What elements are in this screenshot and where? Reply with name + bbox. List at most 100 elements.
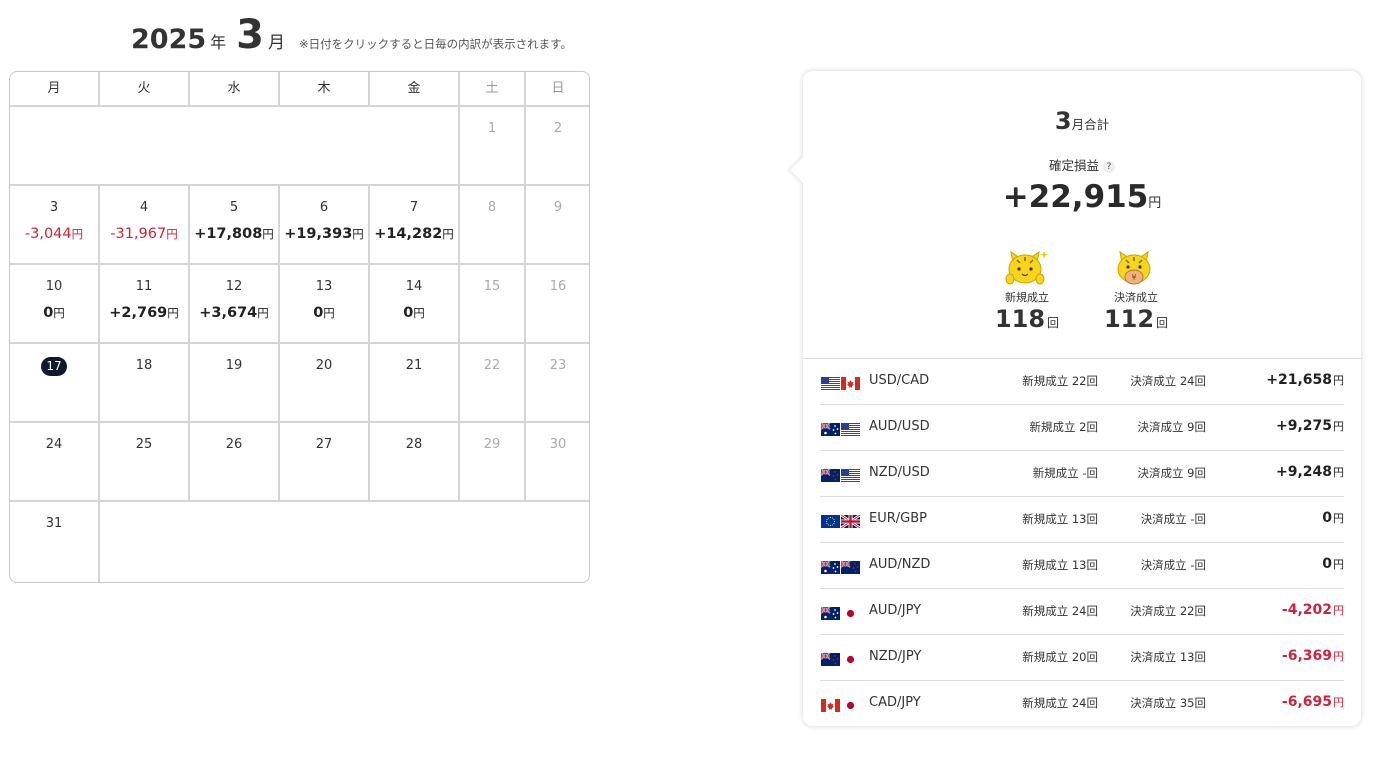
currency-pair-row[interactable]: USD/CAD 新規成立 22回 決済成立 24回 +21,658円	[820, 359, 1344, 405]
pair-name: AUD/NZD	[869, 557, 931, 572]
day-pl: -31,967円	[110, 226, 178, 242]
day-pl: 0円	[403, 305, 425, 321]
calendar-day-2[interactable]: 2	[526, 107, 589, 186]
calendar-day-19[interactable]: 19	[190, 344, 280, 423]
day-pl: -3,044円	[24, 226, 84, 242]
weekday-header-tue: 火	[100, 72, 190, 107]
settled-orders-counter: ¥ 決済成立 112 回	[1091, 249, 1181, 333]
calendar-day-29[interactable]: 29	[460, 423, 526, 502]
calendar-day-23[interactable]: 23	[526, 344, 589, 423]
calendar-day-1[interactable]: 1	[460, 107, 526, 186]
svg-text:¥: ¥	[1131, 273, 1136, 282]
currency-pair-row[interactable]: AUD/JPY 新規成立 24回 決済成立 22回 -4,202円	[820, 589, 1344, 635]
pair-pl: 0円	[1322, 556, 1344, 572]
pair-name: NZD/USD	[869, 465, 930, 480]
calendar-empty-cell	[100, 502, 589, 582]
calendar-day-14[interactable]: 14 0円	[370, 265, 460, 344]
weekday-header-wed: 水	[190, 72, 280, 107]
calendar-day-3[interactable]: 3 -3,044円	[10, 186, 100, 265]
calendar-day-21[interactable]: 21	[370, 344, 460, 423]
weekday-header-sat: 土	[460, 72, 526, 107]
weekday-header-fri: 金	[370, 72, 460, 107]
pair-settle-count: 決済成立 22回	[1130, 604, 1206, 618]
au-flag-icon	[820, 421, 840, 436]
calendar: 月 火 水 木 金 土 日 1 2 3 -3,044円 4 -31,967円 5…	[9, 71, 590, 583]
new-orders-count: 118 回	[994, 305, 1060, 333]
calendar-day-17[interactable]: 17	[10, 344, 100, 423]
calendar-header: 2025 年 3 月 ※日付をクリックすると日毎の内訳が表示されます。	[131, 12, 572, 62]
pair-pl: -6,369円	[1281, 648, 1344, 664]
calendar-day-9[interactable]: 9	[526, 186, 589, 265]
jp-flag-icon	[841, 605, 860, 620]
eu-flag-icon	[821, 513, 840, 528]
au-flag-icon	[820, 559, 840, 574]
pair-settle-count: 決済成立 35回	[1130, 696, 1206, 710]
pair-pl: +9,275円	[1275, 418, 1344, 434]
summary-title: 3月合計	[1054, 107, 1110, 135]
weekday-header-sun: 日	[526, 72, 589, 107]
pair-settle-count: 決済成立 9回	[1137, 466, 1206, 480]
calendar-day-5[interactable]: 5 +17,808円	[190, 186, 280, 265]
help-icon[interactable]: ?	[1103, 161, 1115, 173]
pair-settle-count: 決済成立 9回	[1137, 420, 1206, 434]
calendar-year: 2025	[131, 24, 207, 55]
pair-settle-count: 決済成立 -回	[1140, 558, 1206, 572]
calendar-day-30[interactable]: 30	[526, 423, 589, 502]
calendar-day-27[interactable]: 27	[280, 423, 370, 502]
currency-pair-row[interactable]: CAD/JPY 新規成立 24回 決済成立 35回 -6,695円	[820, 681, 1344, 727]
new-orders-counter: 新規成立 118 回	[982, 249, 1072, 333]
pair-name: AUD/JPY	[869, 603, 922, 618]
pair-settle-count: 決済成立 24回	[1130, 374, 1206, 388]
currency-flags	[820, 605, 861, 620]
nz-flag-icon	[840, 559, 860, 574]
calendar-day-11[interactable]: 11 +2,769円	[100, 265, 190, 344]
calendar-month: 3	[236, 12, 265, 58]
au-flag-icon	[820, 605, 840, 620]
realized-pl-label: 確定損益?	[803, 155, 1361, 174]
currency-pair-row[interactable]: AUD/USD 新規成立 2回 決済成立 9回 +9,275円	[820, 405, 1344, 451]
calendar-month-unit: 月	[268, 33, 286, 53]
calendar-day-16[interactable]: 16	[526, 265, 589, 344]
new-orders-label: 新規成立	[1005, 291, 1049, 304]
calendar-day-24[interactable]: 24	[10, 423, 100, 502]
day-pl: 0円	[313, 305, 335, 321]
currency-pair-list: USD/CAD 新規成立 22回 決済成立 24回 +21,658円 AUD/U…	[820, 359, 1344, 727]
pair-pl: -4,202円	[1281, 602, 1344, 618]
calendar-day-13[interactable]: 13 0円	[280, 265, 370, 344]
pair-pl: -6,695円	[1281, 694, 1344, 710]
calendar-day-7[interactable]: 7 +14,282円	[370, 186, 460, 265]
calendar-day-8[interactable]: 8	[460, 186, 526, 265]
calendar-day-31[interactable]: 31	[10, 502, 100, 582]
calendar-day-4[interactable]: 4 -31,967円	[100, 186, 190, 265]
currency-flags	[820, 559, 861, 574]
day-pl: +19,393円	[284, 226, 364, 242]
calendar-day-25[interactable]: 25	[100, 423, 190, 502]
currency-pair-row[interactable]: EUR/GBP 新規成立 13回 決済成立 -回 0円	[820, 497, 1344, 543]
calendar-day-20[interactable]: 20	[280, 344, 370, 423]
currency-pair-row[interactable]: NZD/JPY 新規成立 20回 決済成立 13回 -6,369円	[820, 635, 1344, 681]
pair-name: NZD/JPY	[869, 649, 922, 664]
tiger-mascot-coin-icon: ¥	[1113, 249, 1159, 287]
calendar-day-6[interactable]: 6 +19,393円	[280, 186, 370, 265]
calendar-day-12[interactable]: 12 +3,674円	[190, 265, 280, 344]
currency-pair-row[interactable]: NZD/USD 新規成立 -回 決済成立 9回 +9,248円	[820, 451, 1344, 497]
calendar-day-18[interactable]: 18	[100, 344, 190, 423]
calendar-day-10[interactable]: 10 0円	[10, 265, 100, 344]
calendar-day-28[interactable]: 28	[370, 423, 460, 502]
currency-pair-row[interactable]: AUD/NZD 新規成立 13回 決済成立 -回 0円	[820, 543, 1344, 589]
day-pl: +3,674円	[199, 305, 269, 321]
currency-flags	[821, 513, 861, 530]
pair-name: AUD/USD	[869, 419, 930, 434]
calendar-day-15[interactable]: 15	[460, 265, 526, 344]
jp-flag-icon	[841, 651, 860, 666]
calendar-day-22[interactable]: 22	[460, 344, 526, 423]
ca-flag-icon	[821, 697, 840, 712]
nz-flag-icon	[820, 651, 840, 666]
pair-name: USD/CAD	[869, 373, 930, 388]
pair-settle-count: 決済成立 13回	[1130, 650, 1206, 664]
calendar-day-26[interactable]: 26	[190, 423, 280, 502]
day-pl: +14,282円	[374, 226, 454, 242]
today-marker: 17	[41, 357, 67, 376]
day-pl: 0円	[43, 305, 65, 321]
monthly-summary-panel: 3月合計 確定損益? +22,915円 新規成立 118 回 ¥ 決済成立 11…	[790, 71, 1361, 727]
